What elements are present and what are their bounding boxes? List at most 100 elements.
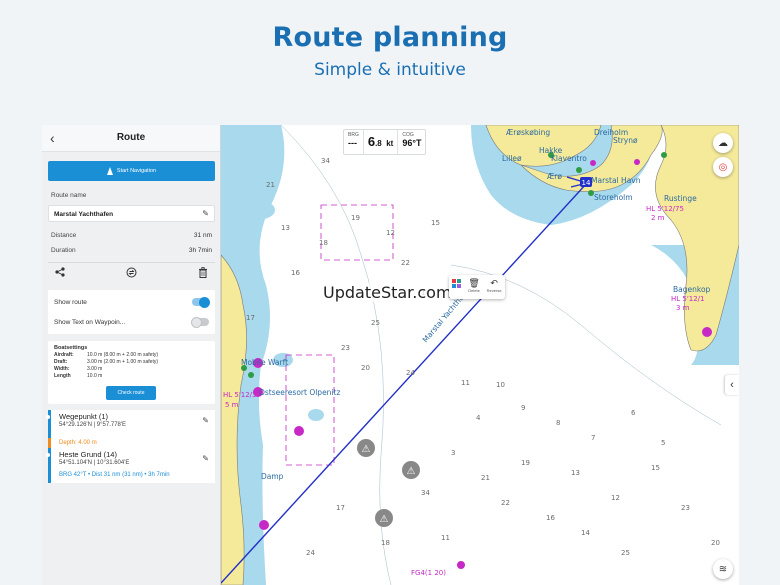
distance-label: Distance bbox=[51, 232, 77, 239]
place-label: HL 5'12/1 bbox=[671, 295, 705, 303]
reverse-label: Reverse bbox=[486, 288, 502, 293]
depth-sounding: 25 bbox=[371, 319, 380, 327]
place-label: Storeholm bbox=[594, 193, 633, 202]
boat-key: Draft: bbox=[54, 359, 68, 365]
boat-value: 10.0 m (8.00 m + 2.00 m safety) bbox=[87, 352, 159, 358]
marina-marker bbox=[702, 327, 712, 337]
route-actions bbox=[48, 265, 215, 282]
boat-key: Airdraft: bbox=[54, 352, 74, 358]
depth-sounding: 21 bbox=[266, 181, 275, 189]
place-label: Ostseeresort Olpenitz bbox=[259, 388, 340, 397]
chevron-left-icon[interactable]: ‹ bbox=[725, 375, 739, 395]
boat-key: Width: bbox=[54, 366, 70, 372]
nautical-chart[interactable]: ⚠ ⚠ ⚠ 3421191312151718221614252320241110… bbox=[221, 125, 739, 585]
place-label: Lilleø bbox=[502, 154, 522, 163]
waypoint-coords: 54°29.126'N | 9°57.778'E bbox=[59, 422, 127, 428]
show-route-toggle[interactable] bbox=[192, 296, 210, 308]
depth-sounding: 24 bbox=[306, 549, 315, 557]
delete-button[interactable]: 🗑 Delete bbox=[468, 278, 480, 293]
start-navigation-button[interactable]: Start Navigation bbox=[48, 161, 215, 181]
lifebuoy-icon[interactable]: ◎ bbox=[713, 157, 733, 177]
weather-icon[interactable]: ☁ bbox=[713, 133, 733, 153]
restricted-area bbox=[285, 354, 335, 466]
reverse-button[interactable]: ↶ Reverse bbox=[487, 278, 502, 293]
show-route-row: Show route bbox=[48, 292, 215, 312]
show-text-row: Show Text on Waypoin... bbox=[48, 312, 215, 332]
depth-sounding: 13 bbox=[571, 469, 580, 477]
depth-sounding: 12 bbox=[611, 494, 620, 502]
depth-sounding: 5 bbox=[661, 439, 665, 447]
boat-row: Length 10.0 m bbox=[54, 373, 102, 379]
show-text-toggle[interactable] bbox=[191, 316, 209, 328]
route-name-label: Route name bbox=[51, 192, 87, 199]
pencil-icon[interactable]: ✎ bbox=[202, 209, 209, 218]
undo-icon: ↶ bbox=[490, 278, 498, 288]
depth-sounding: 11 bbox=[461, 379, 470, 387]
svg-text:⚠: ⚠ bbox=[407, 466, 416, 477]
bearing-info: BRG 42°T • Dist 31 nm (31 nm) • 3h 7min bbox=[59, 472, 170, 478]
color-picker[interactable] bbox=[452, 278, 462, 288]
place-label: 5 m bbox=[225, 401, 239, 409]
waypoint-context-menu: 🗑 Delete ↶ Reverse bbox=[449, 275, 505, 299]
waypoint-name[interactable]: Wegepunkt (1) bbox=[59, 412, 108, 421]
tablet-screen: ‹ Route Start Navigation Route name Mars… bbox=[42, 125, 739, 585]
boat-value: 10.0 m bbox=[87, 373, 103, 379]
place-label: 3 m bbox=[676, 304, 690, 312]
svg-text:⚠: ⚠ bbox=[380, 514, 389, 525]
depth-warning: Depth: 4.00 m bbox=[48, 438, 218, 448]
cog-value: 96°T bbox=[402, 138, 422, 148]
depth-sounding: 15 bbox=[431, 219, 440, 227]
duration-value: 3h 7min bbox=[188, 247, 212, 254]
boat-row: Airdraft: 10.0 m (8.00 m + 2.00 m safety… bbox=[54, 352, 158, 358]
place-label: Mobile Warft bbox=[241, 358, 288, 367]
waypoint-coords: 54°51.104'N | 10°31.604'E bbox=[59, 460, 130, 466]
shoal bbox=[308, 409, 324, 421]
route-line bbox=[221, 182, 588, 584]
pencil-icon[interactable]: ✎ bbox=[202, 454, 209, 463]
trash-icon[interactable] bbox=[196, 266, 210, 281]
share-icon[interactable] bbox=[53, 267, 67, 280]
place-label: Rustinge bbox=[664, 194, 697, 203]
sog-unit: kt bbox=[386, 139, 394, 148]
depth-sounding: 34 bbox=[321, 157, 330, 165]
divider bbox=[48, 262, 215, 263]
sog-value: 6 bbox=[367, 134, 376, 149]
check-route-button[interactable]: Check route bbox=[106, 386, 156, 400]
buoy-marker bbox=[576, 167, 582, 173]
route-name-value: Marstal Yachthafen bbox=[54, 211, 114, 218]
start-navigation-label: Start Navigation bbox=[116, 168, 157, 174]
hazard-marker: ⚠ bbox=[357, 439, 375, 457]
depth-sounding: 14 bbox=[581, 529, 590, 537]
boat-value: 3.00 m (2.00 m + 1.00 m safety) bbox=[87, 359, 159, 365]
depth-sounding: 10 bbox=[496, 381, 505, 389]
panel-header: ‹ Route bbox=[42, 125, 220, 152]
depth-sounding: 11 bbox=[441, 534, 450, 542]
depth-sounding: 3 bbox=[451, 449, 455, 457]
marina-marker bbox=[457, 561, 465, 569]
buoy-marker bbox=[661, 152, 667, 158]
waypoint-bullet bbox=[46, 453, 50, 457]
depth-sounding: 9 bbox=[521, 404, 525, 412]
waypoint-list: Wegepunkt (1) 54°29.126'N | 9°57.778'E ✎… bbox=[46, 410, 218, 483]
depth-sounding: 16 bbox=[291, 269, 300, 277]
watermark: UpdateStar.com bbox=[321, 283, 454, 302]
place-label: Ærøskøbing bbox=[506, 128, 550, 137]
depth-sounding: 8 bbox=[556, 419, 560, 427]
marina-marker bbox=[294, 426, 304, 436]
show-text-label: Show Text on Waypoin... bbox=[54, 318, 126, 326]
palette-icon bbox=[452, 279, 462, 288]
route-name-field[interactable]: Marstal Yachthafen ✎ bbox=[48, 205, 215, 222]
marina-marker bbox=[259, 520, 269, 530]
waypoint-name[interactable]: Heste Grund (14) bbox=[59, 450, 117, 459]
depth-sounding: 18 bbox=[381, 539, 390, 547]
depth-sounding: 17 bbox=[246, 314, 255, 322]
boat-value: 3.00 m bbox=[87, 366, 103, 372]
pencil-icon[interactable]: ✎ bbox=[202, 416, 209, 425]
depth-sounding: 6 bbox=[631, 409, 636, 417]
duration-label: Duration bbox=[51, 247, 76, 254]
buoy-marker bbox=[248, 372, 254, 378]
place-label: Marstal Havn bbox=[591, 176, 641, 185]
depth-sounding: 18 bbox=[319, 239, 328, 247]
layers-icon[interactable]: ≋ bbox=[713, 559, 733, 579]
reverse-route-icon[interactable] bbox=[125, 267, 139, 281]
